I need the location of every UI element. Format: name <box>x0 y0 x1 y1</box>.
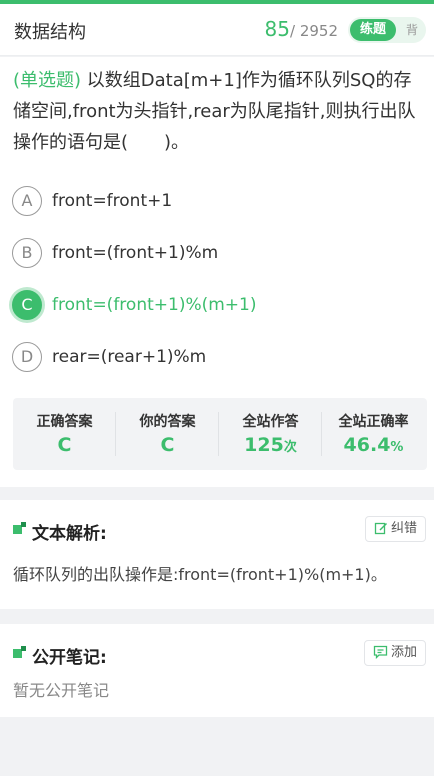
stat-count-number: 125 <box>244 434 284 456</box>
mode-practice-button[interactable]: 练题 <box>350 19 396 41</box>
stat-correct-value: C <box>57 434 72 456</box>
stat-count-unit: 次 <box>283 440 297 455</box>
analysis-section: 文本解析: 纠错 循环队列的出队操作是:front=(front+1)%(m+1… <box>0 500 434 609</box>
page-title: 数据结构 <box>14 22 86 43</box>
stat-yours-label: 你的答案 <box>139 414 196 430</box>
question-type: (单选题) <box>13 70 82 91</box>
option-b-letter: B <box>12 238 42 268</box>
total-questions: / 2952 <box>290 22 338 40</box>
notes-title: 公开笔记: <box>32 648 107 668</box>
stat-rate-value: 46.4% <box>322 434 425 456</box>
stat-rate-unit: % <box>390 440 404 455</box>
option-a-letter: A <box>12 186 42 216</box>
add-note-label: 添加 <box>390 645 417 660</box>
option-d-text: rear=(rear+1)%m <box>52 347 207 367</box>
report-error-label: 纠错 <box>390 521 417 536</box>
current-question-number: 85 <box>264 17 290 41</box>
question-card: (单选题) 以数组Data[m+1]作为循环队列SQ的存储空间,front为头指… <box>0 57 434 487</box>
section-marker-icon <box>13 646 27 660</box>
option-b[interactable]: B front=(front+1)%m <box>12 238 422 270</box>
question-stem: (单选题) 以数组Data[m+1]作为循环队列SQ的存储空间,front为头指… <box>13 65 421 158</box>
mode-memorize-button[interactable]: 背 <box>406 17 418 43</box>
add-note-button[interactable]: 添加 <box>363 640 426 666</box>
option-c[interactable]: C front=(front+1)%(m+1) <box>12 290 422 322</box>
stat-rate-number: 46.4 <box>343 434 391 456</box>
question-counter[interactable]: 85/ 2952 <box>265 17 338 41</box>
report-error-button[interactable]: 纠错 <box>364 516 426 542</box>
option-a-text: front=front+1 <box>52 191 173 211</box>
header: 数据结构 85/ 2952 练题 背 <box>0 4 434 56</box>
option-c-text: front=(front+1)%(m+1) <box>52 295 257 315</box>
stat-count-label: 全站作答 <box>242 414 299 430</box>
edit-icon <box>374 522 388 535</box>
option-b-text: front=(front+1)%m <box>52 243 219 263</box>
section-marker-icon <box>13 522 27 536</box>
answer-stats: 正确答案 C 你的答案 C 全站作答 125次 全站正确率 46.4% <box>13 398 427 470</box>
option-c-letter: C <box>12 290 42 320</box>
option-a[interactable]: A front=front+1 <box>12 186 422 218</box>
stat-correct-rate: 全站正确率 46.4% <box>322 398 425 470</box>
stat-yours-value: C <box>160 434 175 456</box>
stat-rate-label: 全站正确率 <box>338 414 409 430</box>
analysis-title: 文本解析: <box>32 524 107 544</box>
stat-count-value: 125次 <box>219 434 322 456</box>
comment-icon <box>373 645 388 660</box>
mode-toggle[interactable]: 练题 背 <box>348 17 426 43</box>
notes-section: 公开笔记: 添加 暂无公开笔记 <box>0 624 434 717</box>
stat-correct-label: 正确答案 <box>36 414 93 430</box>
notes-empty-text: 暂无公开笔记 <box>13 681 110 700</box>
analysis-text: 循环队列的出队操作是:front=(front+1)%(m+1)。 <box>13 565 387 584</box>
stat-your-answer: 你的答案 C <box>116 398 219 470</box>
option-d[interactable]: D rear=(rear+1)%m <box>12 342 422 374</box>
stat-answer-count: 全站作答 125次 <box>219 398 322 470</box>
stat-correct-answer: 正确答案 C <box>13 398 116 470</box>
option-d-letter: D <box>12 342 42 372</box>
